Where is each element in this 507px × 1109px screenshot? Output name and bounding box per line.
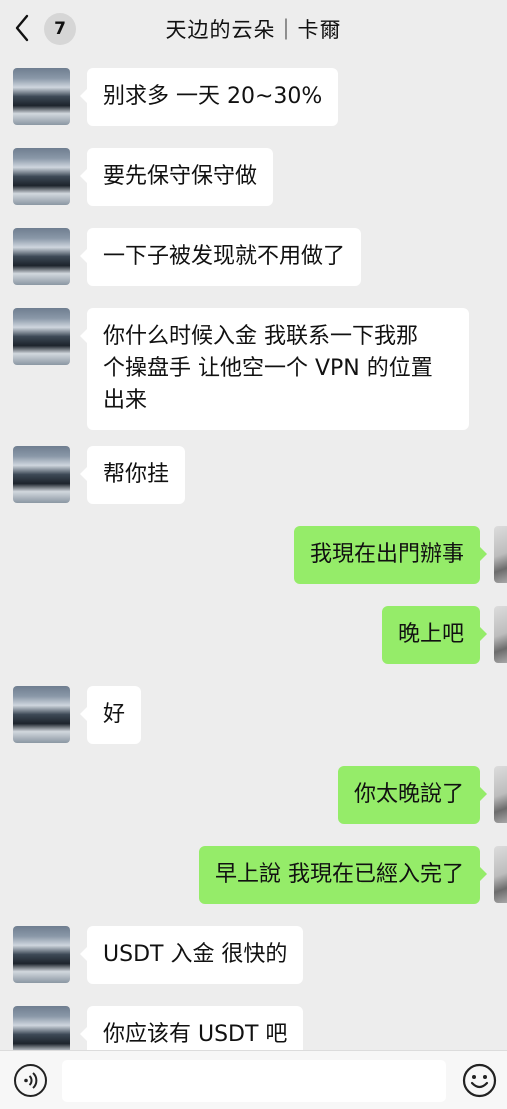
contact-avatar[interactable]: [13, 68, 70, 125]
message-input[interactable]: [62, 1060, 446, 1102]
message-bubble[interactable]: 我現在出門辦事: [293, 526, 488, 584]
voice-icon: [24, 1072, 38, 1089]
message-bubble[interactable]: 别求多 一天 20~30%: [79, 68, 339, 126]
message-list[interactable]: 别求多 一天 20~30% 要先保守保守做 一下子被发现就不用做了 你什么时候入…: [0, 56, 507, 1050]
contact-avatar[interactable]: [13, 686, 70, 743]
contact-avatar[interactable]: [13, 926, 70, 983]
message-bubble[interactable]: USDT 入金 很快的: [79, 926, 304, 984]
contact-avatar[interactable]: [13, 308, 70, 365]
message-bubble[interactable]: 一下子被发现就不用做了: [79, 228, 362, 286]
message-bubble[interactable]: 你太晚說了: [337, 766, 488, 824]
message-line: 出来: [103, 388, 148, 413]
message-bubble[interactable]: 好: [79, 686, 142, 744]
message-bubble[interactable]: 帮你挂: [79, 446, 186, 504]
chat-header: 7 天边的云朵｜卡爾: [0, 0, 507, 56]
contact-avatar[interactable]: [13, 228, 70, 285]
chat-title: 天边的云朵｜卡爾: [165, 18, 342, 42]
self-avatar[interactable]: [494, 606, 507, 663]
message-bubble[interactable]: 你应该有 USDT 吧: [79, 1006, 304, 1050]
back-button[interactable]: 7: [14, 10, 84, 46]
emoji-button[interactable]: [462, 1063, 497, 1098]
emoji-icon: [462, 1063, 497, 1098]
message-bubble[interactable]: 晚上吧: [381, 606, 488, 664]
voice-button[interactable]: [14, 1064, 47, 1097]
chevron-left-icon: [15, 14, 29, 42]
self-avatar[interactable]: [494, 846, 507, 903]
self-avatar[interactable]: [494, 766, 507, 823]
input-bar: [0, 1050, 507, 1109]
self-avatar[interactable]: [494, 526, 507, 583]
message-bubble[interactable]: 要先保守保守做: [79, 148, 274, 206]
message-bubble[interactable]: 早上說 我現在已經入完了: [199, 846, 487, 904]
message-bubble[interactable]: 你什么时候入金 我联系一下我那 个操盘手 让他空一个 VPN 的位置 出来: [80, 308, 469, 430]
contact-avatar[interactable]: [13, 446, 70, 503]
message-line: 个操盘手 让他空一个 VPN 的位置: [103, 356, 433, 381]
message-line: 你什么时候入金 我联系一下我那: [103, 324, 418, 349]
unread-count-badge: 7: [44, 13, 76, 45]
contact-avatar[interactable]: [13, 148, 70, 205]
contact-avatar[interactable]: [13, 1006, 70, 1050]
